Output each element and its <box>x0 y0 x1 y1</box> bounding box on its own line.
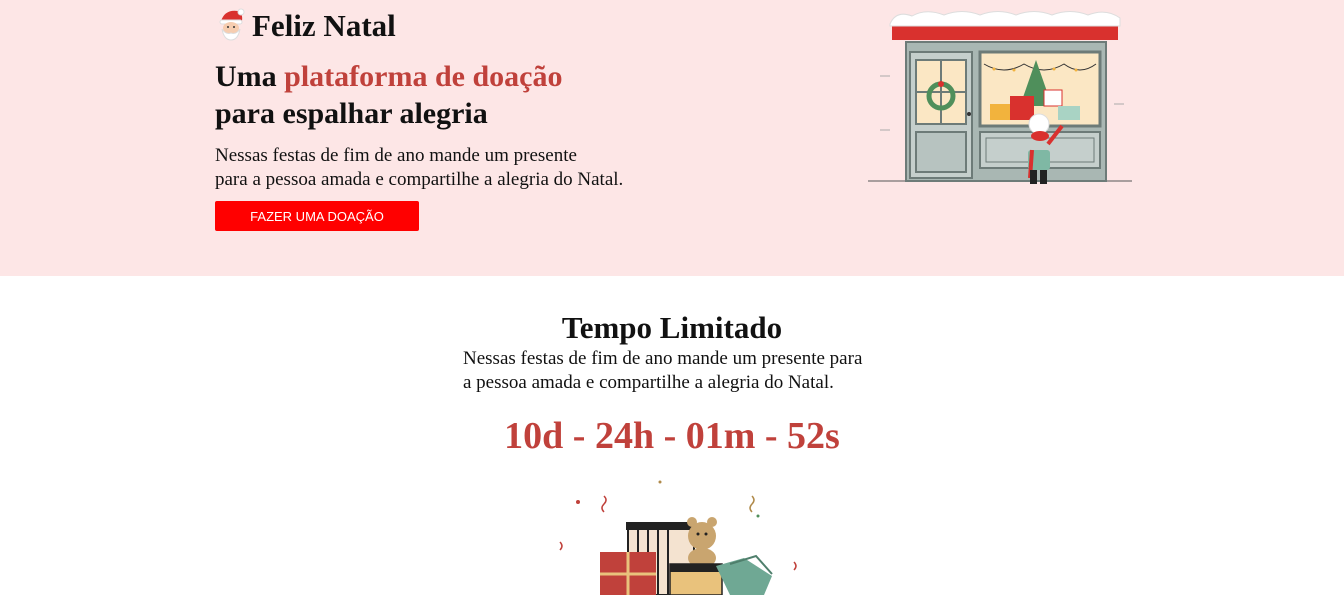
limited-time-title: Tempo Limitado <box>561 310 783 345</box>
countdown-timer: 10d - 24h - 01m - 52s <box>504 415 840 457</box>
limited-time-description: Nessas festas de fim de ano mande um pre… <box>463 347 903 395</box>
headline-accent: plataforma de doação <box>284 60 563 93</box>
limited-description-line2: a pessoa amada e compartilhe a alegria d… <box>463 372 834 393</box>
headline-line2: para espalhar alegria <box>215 97 488 130</box>
donate-button[interactable]: FAZER UMA DOAÇÃO <box>215 201 419 231</box>
christmas-shop-illustration <box>866 6 1136 188</box>
hero-description-line2: para a pessoa amada e compartilhe a aleg… <box>215 169 624 190</box>
headline-part1: Uma <box>215 60 285 93</box>
brand: Feliz Natal <box>216 6 396 46</box>
santa-icon <box>216 7 246 46</box>
brand-title: Feliz Natal <box>252 8 396 43</box>
hero-headline: Uma plataforma de doação para espalhar a… <box>215 58 562 132</box>
hero-description: Nessas festas de fim de ano mande um pre… <box>215 144 623 192</box>
gifts-illustration <box>530 478 820 596</box>
limited-description-line1: Nessas festas de fim de ano mande um pre… <box>463 348 863 369</box>
hero-description-line1: Nessas festas de fim de ano mande um pre… <box>215 145 577 166</box>
hero-section: Feliz Natal Uma plataforma de doação par… <box>0 0 1344 276</box>
